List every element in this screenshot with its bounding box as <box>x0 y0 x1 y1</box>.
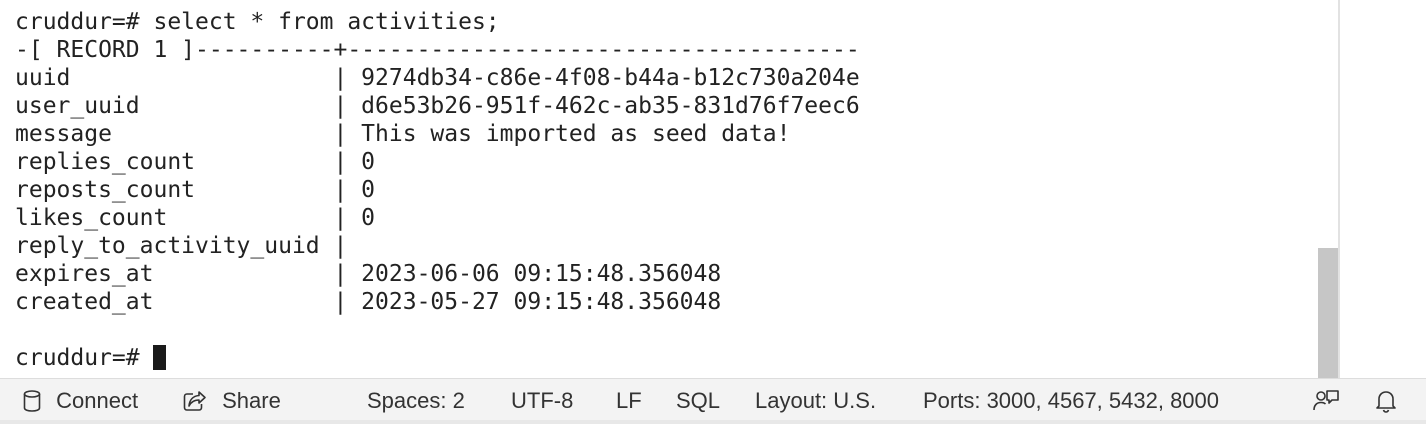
terminal-line-replies-count: replies_count | 0 <box>15 149 376 175</box>
language-mode-selector[interactable]: SQL <box>676 379 720 421</box>
ports-button[interactable]: Ports: 3000, 4567, 5432, 8000 <box>923 379 1219 421</box>
terminal-line-command: cruddur=# select * from activities; <box>15 9 500 35</box>
share-button[interactable]: Share <box>182 379 281 421</box>
encoding-label: UTF-8 <box>511 388 574 414</box>
share-icon <box>183 391 206 411</box>
bell-icon <box>1376 391 1396 413</box>
terminal-line-expires-at: expires_at | 2023-06-06 09:15:48.356048 <box>15 261 722 287</box>
connect-label: Connect <box>56 388 139 414</box>
terminal-line-record-header: -[ RECORD 1 ]----------+----------------… <box>15 37 860 63</box>
terminal-panel[interactable]: cruddur=# select * from activities; -[ RE… <box>0 0 1338 378</box>
terminal-line-reply-to-activity-uuid: reply_to_activity_uuid | <box>15 233 348 259</box>
ports-label: Ports: 3000, 4567, 5432, 8000 <box>923 388 1220 414</box>
feedback-icon <box>1313 390 1339 411</box>
terminal-line-likes-count: likes_count | 0 <box>15 205 376 231</box>
indentation-selector[interactable]: Spaces: 2 <box>367 379 465 421</box>
indentation-label: Spaces: 2 <box>367 388 465 414</box>
terminal-line-reposts-count: reposts_count | 0 <box>15 177 376 203</box>
keyboard-layout-selector[interactable]: Layout: U.S. <box>755 379 876 421</box>
status-bar: Connect Share Spaces: 2 UTF-8 LF SQL Lay… <box>0 378 1426 421</box>
database-icon <box>23 390 41 412</box>
terminal-line-user-uuid: user_uuid | d6e53b26-951f-462c-ab35-831d… <box>15 93 860 119</box>
share-label: Share <box>222 388 281 414</box>
terminal-cursor <box>153 345 167 370</box>
keyboard-layout-label: Layout: U.S. <box>755 388 877 414</box>
encoding-selector[interactable]: UTF-8 <box>511 379 573 421</box>
connect-button[interactable]: Connect <box>22 379 138 421</box>
eol-label: LF <box>616 388 642 414</box>
language-mode-label: SQL <box>676 388 721 414</box>
terminal-output: cruddur=# select * from activities; -[ RE… <box>15 8 860 372</box>
notifications-button[interactable] <box>1374 379 1398 421</box>
eol-selector[interactable]: LF <box>616 379 642 421</box>
feedback-button[interactable] <box>1312 379 1340 421</box>
panel-divider <box>1338 0 1340 378</box>
terminal-scrollbar-thumb[interactable] <box>1318 248 1338 378</box>
window-bottom-edge <box>0 420 1426 424</box>
terminal-prompt-line[interactable]: cruddur=# <box>15 344 860 372</box>
terminal-line-uuid: uuid | 9274db34-c86e-4f08-b44a-b12c730a2… <box>15 65 860 91</box>
terminal-line-message: message | This was imported as seed data… <box>15 121 791 147</box>
terminal-prompt: cruddur=# <box>15 345 154 371</box>
terminal-line-created-at: created_at | 2023-05-27 09:15:48.356048 <box>15 289 722 315</box>
